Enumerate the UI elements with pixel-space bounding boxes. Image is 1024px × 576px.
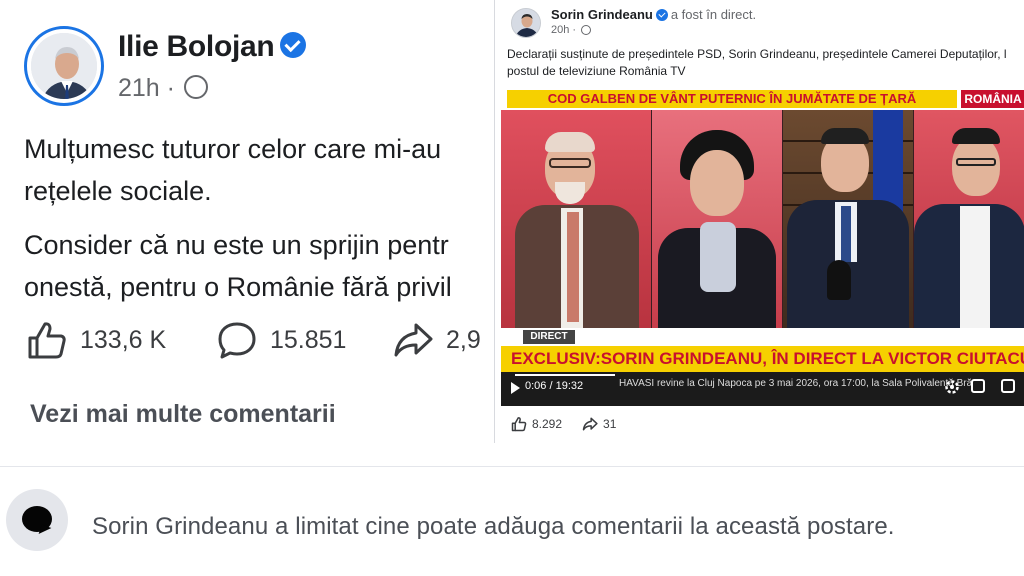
profile-photo-icon — [512, 9, 540, 37]
host-panel — [652, 110, 782, 328]
direct-bar: DIRECT — [501, 328, 1024, 346]
channel-logo: ROMÂNIA — [961, 90, 1024, 108]
sorin-grindeanu-avatar[interactable] — [511, 8, 541, 38]
exclusive-ticker: EXCLUSIV:SORIN GRINDEANU, ÎN DIRECT LA V… — [501, 346, 1024, 372]
like-icon[interactable] — [511, 416, 527, 432]
post-header: Sorin Grindeanu a fost în direct. — [551, 7, 756, 22]
comment-restriction-bar: Sorin Grindeanu a limitat cine poate adă… — [0, 443, 1024, 576]
globe-icon — [581, 25, 592, 36]
author-name[interactable]: Sorin Grindeanu — [551, 7, 653, 22]
guest-panel-grindeanu — [783, 110, 913, 328]
like-count: 133,6 K — [80, 325, 167, 354]
share-count: 31 — [603, 417, 617, 431]
weather-alert-ticker: COD GALBEN DE VÂNT PUTERNIC ÎN JUMĂTATE … — [507, 90, 957, 108]
direct-label: DIRECT — [523, 330, 575, 344]
post-caption: Declarații susținute de președintele PSD… — [507, 46, 1024, 80]
sorin-grindeanu-post: Sorin Grindeanu a fost în direct. 20h · D… — [494, 0, 1024, 443]
like-icon — [28, 322, 66, 359]
verified-badge-icon — [280, 32, 307, 59]
settings-icon[interactable] — [943, 378, 961, 396]
post-actions: 8.292 31 — [511, 414, 616, 434]
paragraph-2-line-1: Consider că nu este un sprijin pentr — [24, 230, 449, 260]
guest-panel-4 — [914, 110, 1024, 328]
author-name[interactable]: Ilie Bolojan — [118, 30, 275, 63]
video-progress-bar[interactable] — [515, 374, 615, 376]
paragraph-1-line-2: rețelele sociale. — [24, 176, 212, 206]
post-paragraph-1: Mulțumesc tuturor celor care mi-au rețel… — [24, 128, 441, 212]
divider — [0, 443, 1024, 467]
video-time: 0:06 / 19:32 — [525, 380, 584, 392]
post-actions: 133,6 K 15.851 2,9 — [26, 318, 493, 362]
see-more-comments-link[interactable]: Vezi mai multe comentarii — [30, 400, 336, 429]
paragraph-1-line-1: Mulțumesc tuturor celor care mi-au — [24, 134, 442, 164]
share-button[interactable]: 2,9 — [392, 318, 481, 362]
comment-bubble-icon — [6, 489, 68, 551]
live-video-player[interactable]: COD GALBEN DE VÂNT PUTERNIC ÎN JUMĂTATE … — [501, 88, 1024, 406]
top-ticker-bar: COD GALBEN DE VÂNT PUTERNIC ÎN JUMĂTATE … — [501, 88, 1024, 110]
post-time[interactable]: 20h — [551, 24, 569, 36]
video-controls: 0:06 / 19:32 HAVASI revine la Cluj Napoc… — [501, 372, 1024, 406]
like-button[interactable]: 133,6 K — [26, 318, 166, 362]
caption-line-1: Declarații susținute de președintele PSD… — [507, 47, 1007, 61]
ilie-bolojan-post: Ilie Bolojan 21h · Mulțumesc tuturor cel… — [0, 0, 493, 443]
ilie-bolojan-avatar[interactable] — [24, 26, 104, 106]
paragraph-2-line-2: onestă, pentru o Românie fără privil — [24, 272, 452, 302]
comment-button[interactable]: 15.851 — [216, 318, 346, 362]
comment-restriction-notice: Sorin Grindeanu a limitat cine poate adă… — [92, 513, 895, 540]
fullscreen-icon[interactable] — [1001, 379, 1015, 393]
globe-icon — [183, 75, 208, 100]
share-icon[interactable] — [582, 416, 598, 432]
play-icon[interactable] — [511, 382, 520, 394]
share-icon — [394, 323, 433, 357]
comment-count: 15.851 — [270, 325, 347, 354]
meta-separator: · — [572, 24, 577, 36]
profile-photo-icon — [31, 33, 97, 99]
post-meta: 20h · — [551, 24, 592, 36]
caption-line-2: postul de televiziune România TV — [507, 64, 686, 78]
comment-icon — [218, 322, 256, 359]
guest-panel-1 — [501, 110, 651, 328]
post-time[interactable]: 21h — [118, 74, 160, 102]
microphone-icon — [827, 260, 851, 300]
post-paragraph-2: Consider că nu este un sprijin pentr one… — [24, 224, 452, 308]
share-count: 2,9 — [446, 325, 481, 354]
live-status: a fost în direct. — [670, 7, 757, 22]
meta-separator: · — [166, 74, 175, 102]
reaction-count: 8.292 — [532, 417, 563, 431]
picture-in-picture-icon[interactable] — [971, 379, 985, 393]
post-meta: 21h · — [118, 74, 208, 103]
news-crawl: HAVASI revine la Cluj Napoca pe 3 mai 20… — [619, 378, 973, 389]
verified-badge-icon — [655, 8, 668, 21]
